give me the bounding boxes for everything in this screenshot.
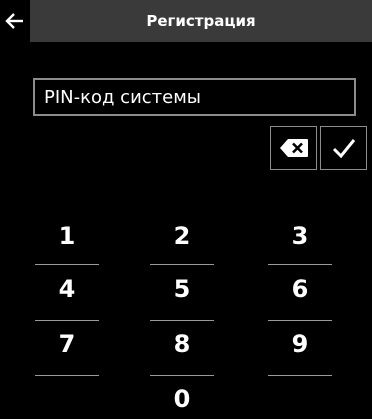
- key-label: 3: [291, 222, 309, 250]
- key-3[interactable]: 3: [268, 216, 332, 256]
- divider: [35, 264, 99, 265]
- backspace-icon: [279, 139, 308, 157]
- title-area: Регистрация: [30, 0, 372, 42]
- key-label: 7: [58, 330, 76, 358]
- back-button[interactable]: [0, 0, 30, 42]
- key-label: 1: [58, 222, 76, 250]
- confirm-button[interactable]: [320, 126, 367, 170]
- key-1[interactable]: 1: [35, 216, 99, 256]
- divider: [35, 320, 99, 321]
- divider: [268, 320, 332, 321]
- key-label: 9: [291, 330, 309, 358]
- key-5[interactable]: 5: [150, 269, 214, 309]
- divider: [150, 375, 214, 376]
- divider: [150, 320, 214, 321]
- key-label: 4: [58, 275, 76, 303]
- key-7[interactable]: 7: [35, 324, 99, 364]
- key-2[interactable]: 2: [150, 216, 214, 256]
- key-label: 8: [173, 330, 191, 358]
- key-8[interactable]: 8: [150, 324, 214, 364]
- key-label: 5: [173, 275, 191, 303]
- key-9[interactable]: 9: [268, 324, 332, 364]
- key-label: 2: [173, 222, 191, 250]
- key-4[interactable]: 4: [35, 269, 99, 309]
- key-label: 6: [291, 275, 309, 303]
- divider: [268, 375, 332, 376]
- key-6[interactable]: 6: [268, 269, 332, 309]
- divider: [35, 375, 99, 376]
- key-label: 0: [173, 385, 191, 413]
- divider: [268, 264, 332, 265]
- pin-input[interactable]: PIN-код системы: [33, 78, 356, 116]
- divider: [150, 264, 214, 265]
- delete-button[interactable]: [270, 126, 317, 170]
- checkmark-icon: [332, 139, 355, 159]
- page-title: Регистрация: [146, 12, 256, 30]
- arrow-left-icon: [5, 13, 23, 29]
- pin-input-placeholder: PIN-код системы: [44, 86, 202, 108]
- title-bar: Регистрация: [0, 0, 372, 42]
- key-0[interactable]: 0: [150, 379, 214, 419]
